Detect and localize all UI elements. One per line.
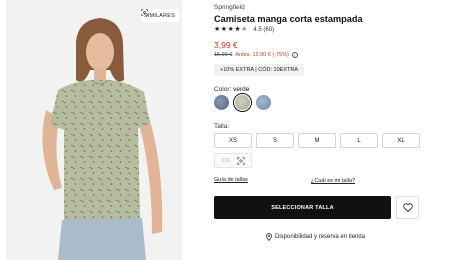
similar-button[interactable]: SIMILARES — [140, 9, 179, 22]
model-illustration — [6, 0, 182, 260]
color-swatch-azul-claro[interactable] — [256, 95, 271, 110]
color-label: Color: verde — [214, 86, 249, 93]
which-size-link[interactable]: ¿Cuál es mi talla? — [311, 178, 355, 184]
size-option-xl[interactable]: XL — [382, 133, 420, 148]
star-icon: ★ — [220, 26, 228, 33]
rating[interactable]: ★ ★ ★ ★ ★ 4.5 (60) — [214, 26, 274, 33]
current-price: 3,99 € — [214, 40, 238, 50]
availability-label: Disponibilidad y reserva en tienda — [275, 234, 366, 240]
scan-icon — [141, 9, 148, 16]
color-swatches — [214, 93, 271, 112]
select-size-button[interactable]: SELECCIONAR TALLA — [214, 196, 391, 219]
info-icon[interactable]: i — [291, 52, 298, 58]
scan-icon — [237, 156, 245, 165]
size-label: Talla: — [214, 123, 230, 130]
color-swatch-azul-oscuro[interactable] — [214, 95, 229, 110]
size-option-xs[interactable]: XS — [214, 133, 252, 148]
favorite-button[interactable] — [396, 196, 419, 219]
size-option-xxl-unavailable[interactable]: XXL — [214, 153, 252, 168]
heart-icon — [402, 203, 413, 212]
before-price: Antes: 12,00 € (-75%) — [235, 52, 289, 58]
color-swatch-verde[interactable] — [233, 93, 252, 112]
old-price: 15,99 € — [214, 52, 233, 58]
size-option-l[interactable]: L — [340, 133, 378, 148]
product-title: Camiseta manga corta estampada — [214, 14, 363, 24]
star-icon: ★ — [234, 26, 241, 33]
rating-text: 4.5 (60) — [253, 26, 275, 33]
similar-label: SIMILARES — [143, 12, 175, 19]
promo-badge: +10% EXTRA | CÓD: 10EXTRA — [214, 64, 304, 76]
product-info: Springfield Camiseta manga corta estampa… — [214, 0, 424, 260]
size-option-m[interactable]: M — [298, 133, 336, 148]
price-history: 15,99 € Antes: 12,00 € (-75%) i — [214, 52, 298, 58]
size-guide-link[interactable]: Guía de tallas — [214, 177, 248, 183]
star-icon: ★ — [227, 26, 234, 33]
brand-name: Springfield — [214, 4, 245, 11]
size-xxl-label: XXL — [220, 157, 232, 164]
star-icon: ★ — [214, 26, 221, 33]
size-option-s[interactable]: S — [256, 133, 294, 148]
location-pin-icon — [266, 233, 272, 241]
color-label-prefix: Color: — [214, 86, 232, 93]
size-options: XS S M L XL — [214, 133, 420, 148]
selected-color: verde — [233, 86, 250, 93]
product-image[interactable]: SIMILARES — [6, 0, 182, 260]
store-availability-link[interactable]: Disponibilidad y reserva en tienda — [266, 233, 365, 241]
star-half-icon: ★ — [241, 26, 248, 33]
rating-stars: ★ ★ ★ ★ ★ — [214, 26, 247, 33]
